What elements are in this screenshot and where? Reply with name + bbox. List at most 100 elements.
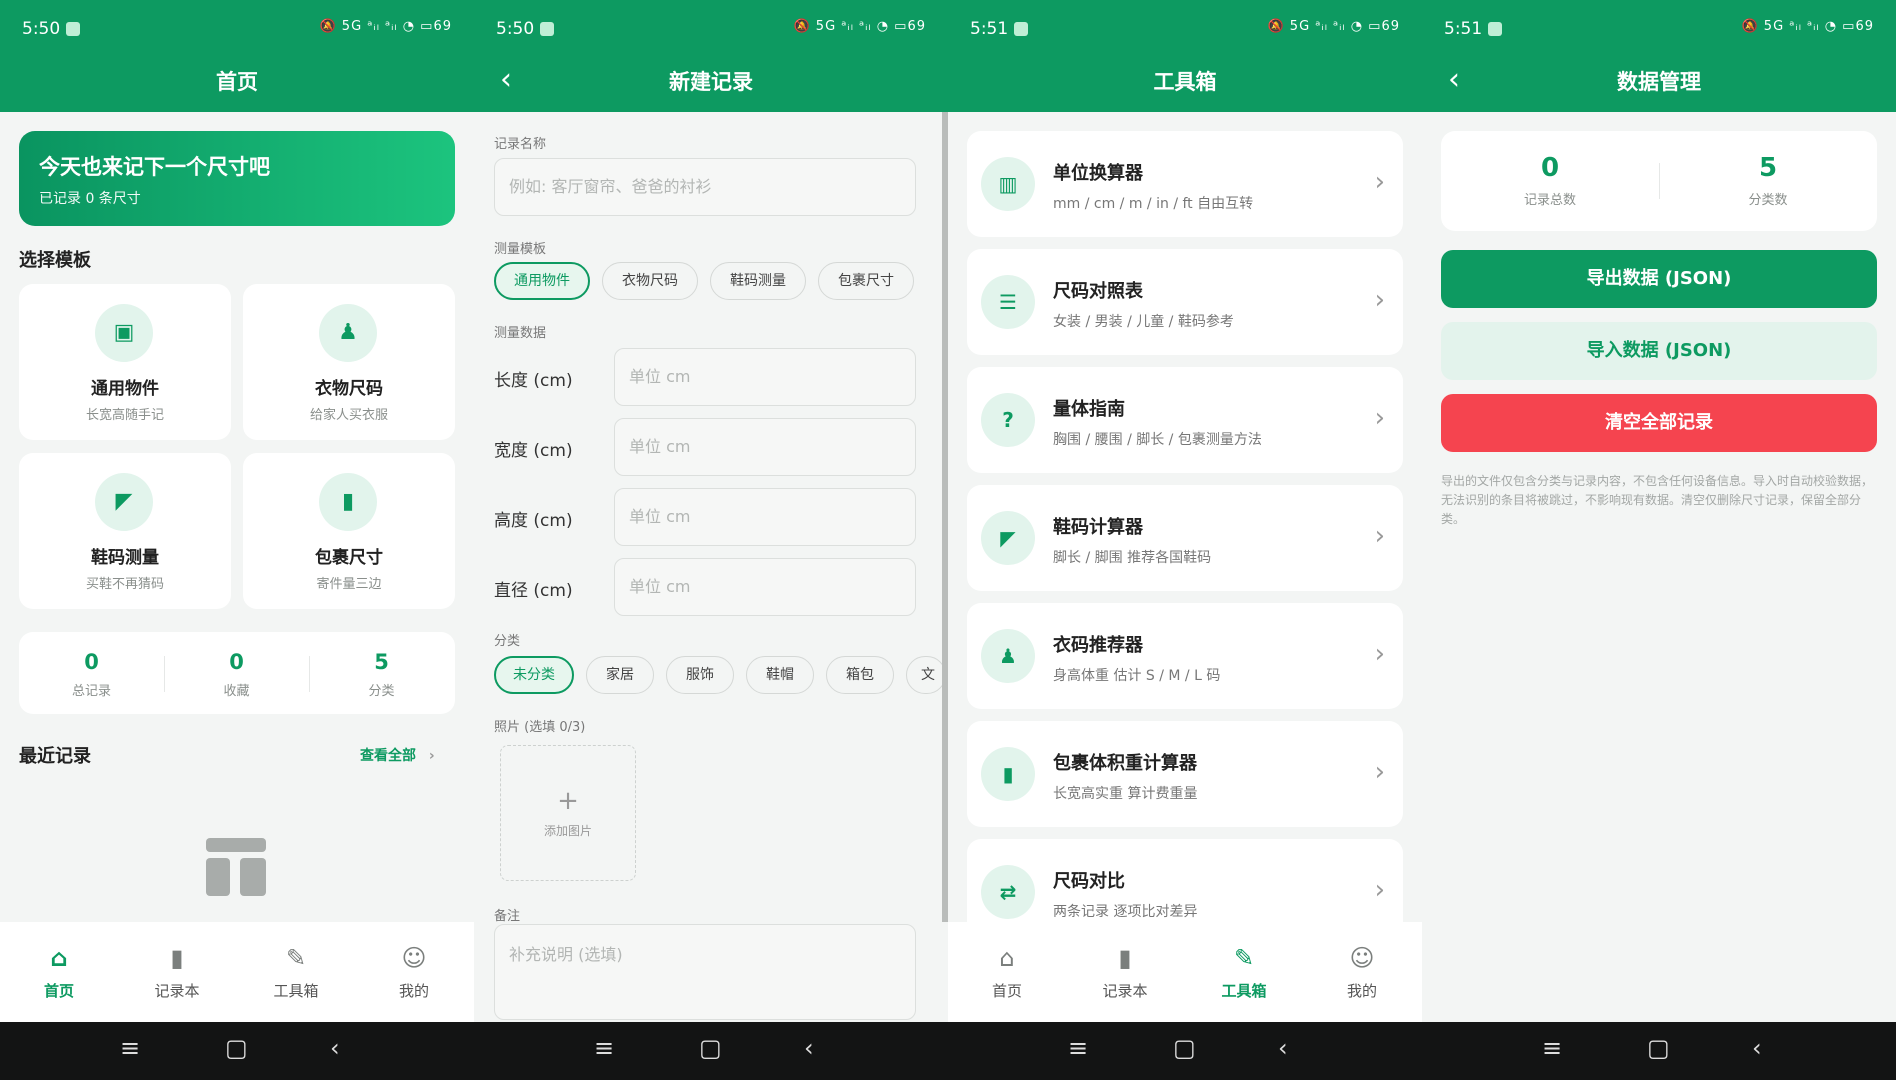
tab-notebook[interactable]: ▮ 记录本 (1066, 944, 1184, 1001)
tab-label: 记录本 (154, 982, 200, 1000)
system-nav-bar: ≡ ▢ ‹ (948, 1022, 1422, 1080)
tab-notebook[interactable]: ▮ 记录本 (118, 944, 236, 1001)
width-input[interactable]: 单位 cm (614, 418, 916, 476)
stat-category-count: 5 分类数 (1659, 153, 1877, 208)
remark-textarea[interactable]: 补充说明 (选填) (494, 924, 916, 1020)
tool-shoe-calculator[interactable]: ◤ 鞋码计算器 脚长 / 脚围 推荐各国鞋码 › (967, 485, 1403, 591)
tool-measure-guide[interactable]: ? 量体指南 胸围 / 腰围 / 脚长 / 包裹测量方法 › (967, 367, 1403, 473)
add-photo-label: 添加图片 (543, 824, 592, 838)
home-square-icon[interactable]: ▢ (225, 1034, 248, 1062)
shirt-icon: ♟ (981, 629, 1035, 683)
calculator-icon: ▥ (981, 157, 1035, 211)
menu-icon[interactable]: ≡ (594, 1034, 614, 1062)
tool-package-weight[interactable]: ▮ 包裹体积重计算器 长宽高实重 算计费重量 › (967, 721, 1403, 827)
tab-label: 记录本 (1102, 982, 1148, 1000)
template-card-shoe[interactable]: ◤ 鞋码测量 买鞋不再猜码 (19, 453, 231, 609)
home-square-icon[interactable]: ▢ (699, 1034, 722, 1062)
template-card-clothing[interactable]: ♟ 衣物尺码 给家人买衣服 (243, 284, 455, 440)
stat-label: 分类数 (1748, 193, 1788, 208)
stat-label: 记录总数 (1523, 193, 1576, 208)
tab-label: 工具箱 (273, 982, 319, 1000)
home-square-icon[interactable]: ▢ (1173, 1034, 1196, 1062)
tab-toolbox[interactable]: ✎ 工具箱 (237, 944, 355, 1001)
chip-category-home[interactable]: 家居 (586, 656, 654, 694)
chip-template-clothing[interactable]: 衣物尺码 (602, 262, 698, 300)
view-all-label: 查看全部 (360, 748, 416, 764)
length-label: 长度 (cm) (494, 371, 573, 391)
home-square-icon[interactable]: ▢ (1647, 1034, 1670, 1062)
chip-category-more[interactable]: 文 (906, 656, 946, 694)
chip-category-shoes-hats[interactable]: 鞋帽 (746, 656, 814, 694)
tool-title: 尺码对比 (1053, 871, 1125, 892)
bottom-tab-bar: ⌂ 首页 ▮ 记录本 ✎ 工具箱 ☺ 我的 (948, 922, 1422, 1022)
export-json-button[interactable]: 导出数据 (JSON) (1441, 250, 1877, 308)
chip-category-apparel[interactable]: 服饰 (666, 656, 734, 694)
chip-template-general[interactable]: 通用物件 (494, 262, 590, 300)
back-icon[interactable]: ‹ (804, 1034, 814, 1062)
menu-icon[interactable]: ≡ (1542, 1034, 1562, 1062)
notification-icon (1014, 22, 1028, 36)
screen-home: 5:50 🔕 5G ᵃᵢₗ ᵃᵢₗ ◔ ▭69 首页 今天也来记下一个尺寸吧 已… (0, 0, 474, 1080)
package-icon: ▮ (981, 747, 1035, 801)
status-time: 5:50 (496, 19, 535, 39)
height-label: 高度 (cm) (494, 511, 573, 531)
width-label: 宽度 (cm) (494, 441, 573, 461)
stat-value: 0 (1540, 153, 1560, 183)
tab-home[interactable]: ⌂ 首页 (0, 944, 118, 1001)
clear-all-button[interactable]: 清空全部记录 (1441, 394, 1877, 452)
stat-label: 分类 (368, 684, 395, 699)
length-input[interactable]: 单位 cm (614, 348, 916, 406)
tool-size-chart[interactable]: ☰ 尺码对照表 女装 / 男装 / 儿童 / 鞋码参考 › (967, 249, 1403, 355)
app-bar: 工具箱 (948, 58, 1422, 112)
tab-toolbox[interactable]: ✎ 工具箱 (1185, 944, 1303, 1001)
chip-category-uncategorized[interactable]: 未分类 (494, 656, 574, 694)
chip-template-shoe[interactable]: 鞋码测量 (710, 262, 806, 300)
diameter-input[interactable]: 单位 cm (614, 558, 916, 616)
page-title: 新建记录 (669, 70, 753, 94)
tab-label: 工具箱 (1221, 982, 1267, 1000)
stats-card: 0 总记录 0 收藏 5 分类 (19, 632, 455, 714)
empty-box-icon (206, 838, 266, 898)
shirt-icon: ♟ (319, 304, 377, 362)
tool-desc: 长宽高实重 算计费重量 (1053, 786, 1198, 802)
view-all-link[interactable]: 查看全部 › (360, 745, 435, 765)
tool-title: 包裹体积重计算器 (1053, 753, 1197, 774)
stat-label: 总记录 (71, 684, 111, 699)
back-icon[interactable]: ‹ (1752, 1034, 1762, 1062)
menu-icon[interactable]: ≡ (1068, 1034, 1088, 1062)
help-icon: ? (981, 393, 1035, 447)
template-card-general[interactable]: ▣ 通用物件 长宽高随手记 (19, 284, 231, 440)
gamepad-icon: ▣ (95, 304, 153, 362)
tool-clothing-recommender[interactable]: ♟ 衣码推荐器 身高体重 估计 S / M / L 码 › (967, 603, 1403, 709)
chip-category-bags[interactable]: 箱包 (826, 656, 894, 694)
notebook-icon: ▮ (170, 944, 184, 972)
tool-desc: 两条记录 逐项比对差异 (1053, 904, 1198, 920)
add-photo-button[interactable]: + 添加图片 (500, 745, 636, 881)
banner-title: 今天也来记下一个尺寸吧 (39, 155, 270, 179)
tool-unit-converter[interactable]: ▥ 单位换算器 mm / cm / m / in / ft 自由互转 › (967, 131, 1403, 237)
chevron-right-icon: › (1374, 167, 1385, 197)
tab-home[interactable]: ⌂ 首页 (948, 944, 1066, 1001)
hammer-icon: ✎ (1233, 944, 1255, 972)
status-time: 5:50 (22, 19, 61, 39)
template-card-package[interactable]: ▮ 包裹尺寸 寄件量三边 (243, 453, 455, 609)
tool-desc: 胸围 / 腰围 / 脚长 / 包裹测量方法 (1053, 432, 1262, 448)
chip-template-package[interactable]: 包裹尺寸 (818, 262, 914, 300)
chevron-right-icon: › (1374, 285, 1385, 315)
template-title: 通用物件 (91, 379, 159, 399)
back-icon[interactable]: ‹ (330, 1034, 340, 1062)
data-stats-card: 0 记录总数 5 分类数 (1441, 131, 1877, 231)
tab-profile[interactable]: ☺ 我的 (355, 944, 473, 1001)
back-icon[interactable]: ‹ (1278, 1034, 1288, 1062)
record-name-input[interactable]: 例如: 客厅窗帘、爸爸的衬衫 (494, 158, 916, 216)
status-icons: 🔕 5G ᵃᵢₗ ᵃᵢₗ ◔ ▭69 (1741, 19, 1874, 34)
notification-icon (1488, 22, 1502, 36)
height-input[interactable]: 单位 cm (614, 488, 916, 546)
stat-value: 5 (374, 650, 389, 674)
page-title: 工具箱 (1153, 70, 1217, 94)
diameter-label: 直径 (cm) (494, 581, 573, 601)
tab-profile[interactable]: ☺ 我的 (1303, 944, 1421, 1001)
photo-label: 照片 (选填 0/3) (494, 720, 586, 735)
import-json-button[interactable]: 导入数据 (JSON) (1441, 322, 1877, 380)
menu-icon[interactable]: ≡ (120, 1034, 140, 1062)
